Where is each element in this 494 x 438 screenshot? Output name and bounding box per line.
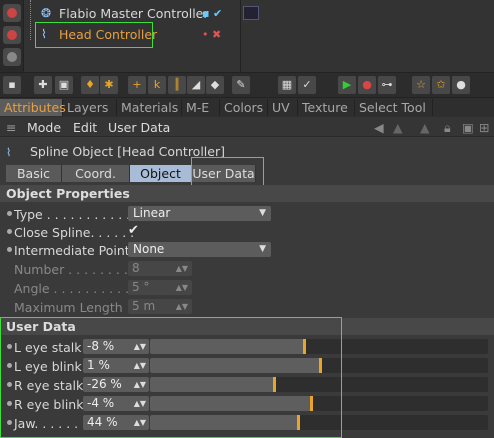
object-tags: ▪ ✔ [202,7,223,20]
subtab-basic[interactable]: Basic [6,165,62,182]
play-icon[interactable]: ▶ [338,76,356,94]
tool-icon[interactable]: k [148,76,166,94]
dropdown-value: None [133,242,165,256]
tab-select-tool[interactable]: Select Tool [355,99,433,116]
tab-me[interactable]: M-E [182,99,220,116]
chevron-down-icon: ▼ [259,208,266,218]
record-button[interactable] [3,4,21,22]
angle-field: 5 ° ▲▼ [128,280,192,295]
type-dropdown[interactable]: Linear ▼ [128,206,271,221]
property-type: Type . . . . . . . . . . . . Linear ▼ [0,205,494,223]
property-intermediate: Intermediate Points None ▼ [0,241,494,259]
circle-icon[interactable]: ● [452,76,470,94]
null-object-icon: ❂ [41,6,52,20]
animation-bullet[interactable] [7,211,12,216]
object-manager-toolstrip [0,0,24,72]
section-object-properties: Object Properties [0,185,494,202]
property-number: Number . . . . . . . . . . 8 ▲▼ [0,260,494,278]
stop-icon[interactable]: ● [358,76,376,94]
property-angle: Angle . . . . . . . . . . . 5 ° ▲▼ [0,279,494,297]
property-label: Number . . . . . . . . . . [14,262,144,277]
add-icon[interactable]: ⊞ [479,120,489,135]
tab-materials[interactable]: Materials [117,99,182,116]
field-value: 5 m [132,299,156,313]
dropdown-value: Linear [133,206,171,220]
object-tags: • ✖ [202,28,222,41]
tab-attributes[interactable]: Attributes [0,99,66,116]
property-label: Close Spline. . . . . . [14,225,135,240]
tool-icon[interactable]: ║ [168,76,186,94]
tool-icon[interactable]: ◢ [187,76,205,94]
close-spline-checkbox[interactable]: ✔ [128,223,142,238]
menu-user-data[interactable]: User Data [108,120,170,135]
xpresso-tag-icon[interactable] [243,6,259,20]
object-manager: ❂ Flabio Master Controller ▪ ✔ ⌇ Head Co… [0,0,494,72]
highlight-user-data-tab [191,157,264,187]
manager-tabs: Attributes Layers Materials M-E Colors U… [0,98,494,117]
stepper-icon: ▲▼ [175,264,188,273]
tool-icon[interactable]: ▣ [55,76,73,94]
field-value: 5 ° [132,280,150,294]
property-label: Type . . . . . . . . . . . . [14,207,139,222]
tool-icon[interactable]: ◆ [206,76,224,94]
object-row-master[interactable]: ❂ Flabio Master Controller ▪ ✔ [24,3,494,23]
lock-icon[interactable]: 🔒︎ [444,120,451,136]
spline-object-icon: ⌇ [6,146,12,159]
property-label: Maximum Length [14,300,123,315]
tool-icon[interactable]: + [128,76,146,94]
max-length-field: 5 m ▲▼ [128,299,192,314]
record-button-2[interactable] [3,26,21,44]
animation-bullet[interactable] [7,247,12,252]
tool-icon[interactable]: ▦ [278,76,296,94]
up-arrow-icon[interactable]: ▲ [393,120,403,135]
stepper-icon: ▲▼ [175,302,188,311]
intermediate-dropdown[interactable]: None ▼ [128,242,271,257]
tab-colors[interactable]: Colors [220,99,268,116]
tool-icon[interactable]: ♦ [81,76,99,94]
property-max-length: Maximum Length 5 m ▲▼ [0,298,494,316]
highlight-head-controller [35,22,153,48]
stepper-icon: ▲▼ [175,283,188,292]
chevron-down-icon: ▼ [259,244,266,254]
highlight-user-data-section [0,317,342,438]
attribute-menubar: ≡ Mode Edit User Data ◀ ▲ ▲ 🔒︎ ▣ ⊞ [0,117,494,137]
subtab-coord[interactable]: Coord. [62,165,130,182]
star-icon[interactable]: ☆ [412,76,430,94]
animation-bullet[interactable] [7,229,12,234]
tool-icon[interactable]: ✱ [100,76,118,94]
new-manager-icon[interactable]: ▣ [462,120,474,135]
tool-icon[interactable]: ✎ [232,76,250,94]
tab-uv[interactable]: UV [268,99,298,116]
number-field: 8 ▲▼ [128,261,192,276]
menu-grip-icon: ≡ [6,120,17,135]
key-icon[interactable]: ⊶ [378,76,396,94]
property-label: Angle . . . . . . . . . . . [14,281,137,296]
field-value: 8 [132,261,140,275]
object-name: Flabio Master Controller [59,6,209,21]
menu-edit[interactable]: Edit [73,120,97,135]
property-close-spline: Close Spline. . . . . . ✔ [0,223,494,241]
tool-icon[interactable]: ✚ [34,76,52,94]
tool-icon[interactable]: ✓ [298,76,316,94]
menu-mode[interactable]: Mode [27,120,61,135]
tool-icon[interactable]: ▪ [3,76,21,94]
subtab-object[interactable]: Object [130,165,192,182]
forward-arrow-icon[interactable]: ▲ [420,120,430,135]
autokey-button[interactable] [3,48,21,66]
tab-texture[interactable]: Texture [298,99,355,116]
star-icon[interactable]: ✩ [432,76,450,94]
column-divider [240,0,241,72]
tab-layers[interactable]: Layers [63,99,117,116]
property-label: Intermediate Points [14,243,137,258]
toolbar: ▪ ✚ ▣ ♦ ✱ + k ║ ◢ ◆ ✎ ▦ ✓ ▶ ● ⊶ ☆ ✩ ● [0,72,494,98]
back-arrow-icon[interactable]: ◀ [374,120,384,135]
